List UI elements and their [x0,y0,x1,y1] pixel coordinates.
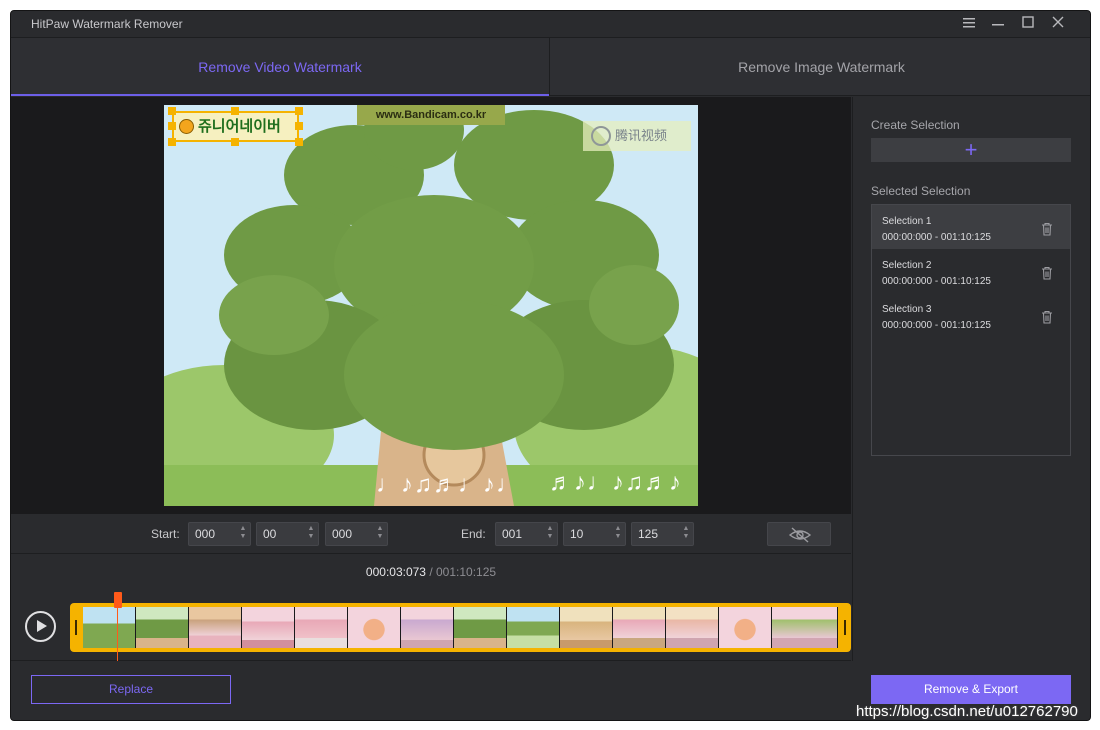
watermark-tencent: 腾讯视频 [583,121,691,151]
menu-icon[interactable] [959,15,979,33]
start-label: Start: [151,527,180,541]
total-time: 001:10:125 [436,565,497,579]
selection-range: 000:00:000 - 001:10:125 [882,276,991,287]
end-milliseconds-value: 125 [638,527,659,541]
thumbnail-frame [454,607,507,648]
time-range-row: Start: 000 ▲ ▼ 00 ▲ ▼ 000 ▲ ▼ End: 001 ▲ ▼ 1… [11,514,851,554]
end-seconds-input[interactable]: 10 ▲ ▼ [563,522,626,546]
spinner-arrows-icon[interactable]: ▲ ▼ [307,525,315,543]
end-minutes-value: 001 [502,527,523,541]
trash-icon[interactable] [1041,266,1053,280]
selection-handle-top-left[interactable] [168,107,176,115]
selection-item-3[interactable]: Selection 3 000:00:000 - 001:10:125 [872,293,1070,337]
playhead-handle[interactable] [114,592,122,608]
selection-panel: Create Selection + Selected Selection Se… [852,97,1090,661]
start-seconds-value: 00 [263,527,277,541]
end-milliseconds-input[interactable]: 125 ▲ ▼ [631,522,694,546]
thumbnail-frame [507,607,560,648]
thumbnail-frame [189,607,242,648]
selection-name: Selection 3 [882,304,932,315]
maximize-icon[interactable] [1018,15,1038,33]
current-time: 000:03:073 [365,565,426,579]
app-window: HitPaw Watermark Remover Remove Video Wa… [10,10,1091,721]
start-seconds-input[interactable]: 00 ▲ ▼ [256,522,319,546]
thumbnail-frame [348,607,401,648]
tab-remove-video-watermark[interactable]: Remove Video Watermark [11,38,550,96]
selection-handle-bottom-left[interactable] [168,138,176,146]
thumbnail-frame [401,607,454,648]
selection-name: Selection 1 [882,216,932,227]
selection-item-1[interactable]: Selection 1 000:00:000 - 001:10:125 [872,205,1070,249]
thumbnail-frame [666,607,719,648]
watermark-tencent-text: 腾讯视频 [615,128,668,143]
play-icon[interactable] [25,611,56,642]
playhead-line [117,607,118,661]
selection-handle-bottom-right[interactable] [295,138,303,146]
trash-icon[interactable] [1041,222,1053,236]
selection-list: Selection 1 000:00:000 - 001:10:125 Sele… [871,204,1071,456]
timeline-track[interactable] [70,603,851,652]
spinner-arrows-icon[interactable]: ▲ ▼ [682,525,690,543]
end-minutes-input[interactable]: 001 ▲ ▼ [495,522,558,546]
selection-name: Selection 2 [882,260,932,271]
trash-icon[interactable] [1041,310,1053,324]
selection-handle-top[interactable] [231,107,239,115]
cartoon-tree-scene [164,105,698,506]
selection-handle-right[interactable] [295,122,303,130]
start-minutes-value: 000 [195,527,216,541]
selected-selection-heading: Selected Selection [871,184,971,198]
thumbnail-frame [83,607,136,648]
replace-button[interactable]: Replace [31,675,231,704]
thumbnail-strip[interactable] [83,607,838,648]
thumbnail-frame [560,607,613,648]
thumbnail-frame [136,607,189,648]
end-seconds-value: 10 [570,527,584,541]
thumbnail-frame [242,607,295,648]
toggle-selection-visibility-button[interactable] [767,522,831,546]
selection-range: 000:00:000 - 001:10:125 [882,320,991,331]
tencent-play-icon [591,126,611,146]
spinner-arrows-icon[interactable]: ▲ ▼ [239,525,247,543]
blog-url-overlay: https://blog.csdn.net/u012762790 [856,703,1078,720]
close-icon[interactable] [1048,15,1068,33]
start-milliseconds-value: 000 [332,527,353,541]
trim-handle-right[interactable] [844,620,846,635]
selection-item-2[interactable]: Selection 2 000:00:000 - 001:10:125 [872,249,1070,293]
music-notes-left: ♩♪♫♬♩♪♩ [376,471,521,498]
video-preview-area: 쥬니어네이버 www.Bandicam.co.kr 腾讯视频 ♩♪♫♬♩♪♩ ♬… [11,97,851,514]
timeline-area: 000:03:073 / 001:10:125 [11,555,851,661]
selection-handle-bottom[interactable] [231,138,239,146]
thumbnail-frame [719,607,772,648]
create-selection-heading: Create Selection [871,118,960,132]
spinner-arrows-icon[interactable]: ▲ ▼ [614,525,622,543]
thumbnail-frame [295,607,348,648]
end-label: End: [461,527,486,541]
thumbnail-frame [772,607,838,648]
time-readout: 000:03:073 / 001:10:125 [11,565,851,579]
music-notes-right: ♬♪♩♪♫♬♪ [549,469,682,496]
title-bar: HitPaw Watermark Remover [11,11,1090,38]
trim-handle-left[interactable] [75,620,77,635]
mode-tabs: Remove Video Watermark Remove Image Wate… [11,38,1090,96]
watermark-bandicam: www.Bandicam.co.kr [357,105,505,125]
selection-handle-top-right[interactable] [295,107,303,115]
remove-and-export-button[interactable]: Remove & Export [871,675,1071,704]
selection-range: 000:00:000 - 001:10:125 [882,232,991,243]
eye-slash-icon [788,527,812,543]
spinner-arrows-icon[interactable]: ▲ ▼ [546,525,554,543]
thumbnail-frame [613,607,666,648]
video-frame[interactable]: 쥬니어네이버 www.Bandicam.co.kr 腾讯视频 ♩♪♫♬♩♪♩ ♬… [164,105,698,506]
selection-handle-left[interactable] [168,122,176,130]
create-selection-button[interactable]: + [871,138,1071,162]
plus-icon: + [964,137,978,162]
app-title: HitPaw Watermark Remover [31,17,183,31]
spinner-arrows-icon[interactable]: ▲ ▼ [376,525,384,543]
tab-remove-image-watermark[interactable]: Remove Image Watermark [551,38,1090,96]
time-separator: / [425,565,436,579]
start-minutes-input[interactable]: 000 ▲ ▼ [188,522,251,546]
start-milliseconds-input[interactable]: 000 ▲ ▼ [325,522,388,546]
minimize-icon[interactable] [988,15,1008,33]
